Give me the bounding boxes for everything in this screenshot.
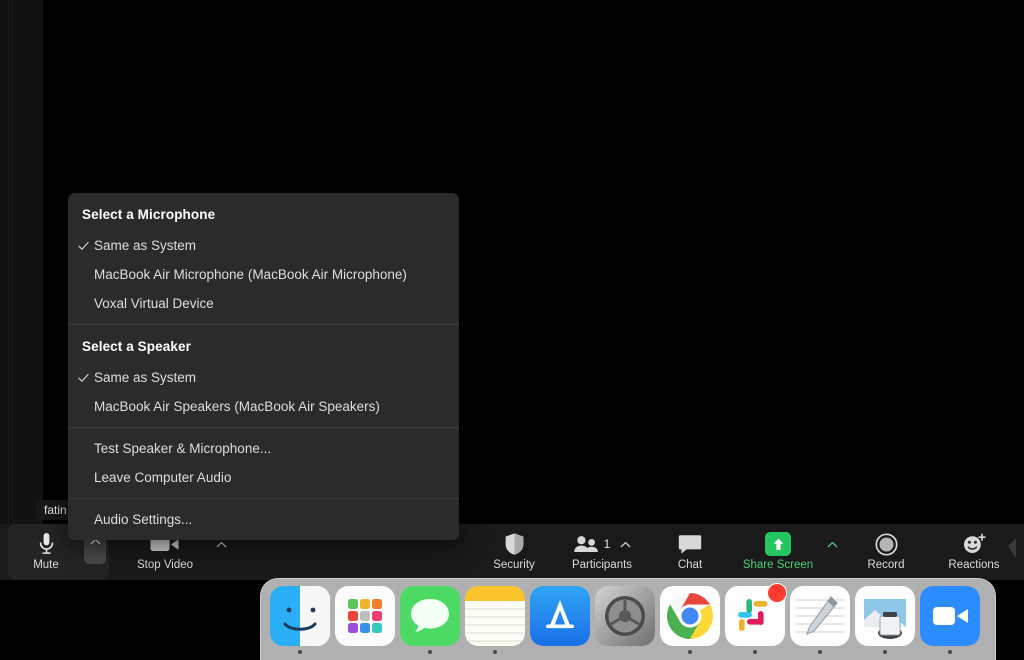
mute-label: Mute [33,559,59,571]
share-screen-label: Share Screen [742,559,814,571]
chevron-up-icon [216,541,226,547]
participants-label: Participants [571,559,633,571]
chat-label: Chat [677,559,703,571]
finder-icon [270,586,330,646]
dock-item-slack[interactable] [725,583,787,654]
share-screen-chevron-button[interactable] [822,524,842,580]
running-indicator [818,650,822,654]
running-indicator [558,650,562,654]
toolbar-right-group: Security 1 Participants Chat Share Scree… [470,524,1018,580]
running-indicator [753,650,757,654]
dock-item-zoom[interactable] [920,586,980,654]
checkmark-icon [78,240,89,251]
menu-item-label: MacBook Air Microphone (MacBook Air Micr… [94,267,407,282]
stop-video-label: Stop Video [136,559,194,571]
menu-item-label: Voxal Virtual Device [94,296,214,311]
chevron-up-icon [620,541,631,547]
textedit-icon [790,586,850,646]
menu-item-mic-macbook-air[interactable]: MacBook Air Microphone (MacBook Air Micr… [68,260,459,289]
toolbar-overflow-edge[interactable] [1000,524,1024,580]
participants-icon-row: 1 [573,532,632,556]
menu-item-leave-computer-audio[interactable]: Leave Computer Audio [68,463,459,492]
running-indicator [623,650,627,654]
running-indicator [688,650,692,654]
dock-item-launchpad[interactable] [335,586,395,654]
running-indicator [428,650,432,654]
dock-item-textedit[interactable] [790,586,850,654]
menu-item-label: Test Speaker & Microphone... [94,441,272,456]
section-header-speaker: Select a Speaker [82,339,191,354]
audio-actions-section: Test Speaker & Microphone... Leave Compu… [68,427,459,498]
up-arrow-icon [765,532,791,556]
running-indicator [948,650,952,654]
menu-item-label: Same as System [94,238,197,253]
preview-icon [855,586,915,646]
section-header-microphone: Select a Microphone [82,207,216,222]
record-button[interactable]: Record [842,524,930,580]
audio-settings-section: Audio Settings... [68,498,459,540]
slack-notification-badge [767,583,787,603]
security-button[interactable]: Security [470,524,558,580]
dock-item-system-preferences[interactable] [595,586,655,654]
menu-item-label: MacBook Air Speakers (MacBook Air Speake… [94,399,380,414]
menu-item-speaker-same-as-system[interactable]: Same as System [68,363,459,392]
running-indicator [363,650,367,654]
dock-item-google-chrome[interactable] [660,586,720,654]
menu-item-speaker-macbook-air[interactable]: MacBook Air Speakers (MacBook Air Speake… [68,392,459,421]
participants-button[interactable]: 1 Participants [558,524,646,580]
dock-item-messages[interactable] [400,586,460,654]
system-preferences-gear-icon [595,586,655,646]
dock-item-finder[interactable] [270,586,330,654]
stage-left-edge [0,0,43,524]
participants-count: 1 [603,537,611,551]
notes-icon [465,586,525,646]
menu-item-test-speaker-microphone[interactable]: Test Speaker & Microphone... [68,434,459,463]
microphone-section: Select a Microphone Same as System MacBo… [68,193,459,324]
zoom-meeting-window: fatin Select a Microphone Same as System… [0,0,1024,660]
menu-item-mic-same-as-system[interactable]: Same as System [68,231,459,260]
audio-options-menu[interactable]: Select a Microphone Same as System MacBo… [68,193,459,540]
speech-bubble-icon [678,532,702,556]
people-icon [573,536,598,552]
messages-icon [400,586,460,646]
dock-item-preview[interactable] [855,586,915,654]
app-store-icon [530,586,590,646]
chat-button[interactable]: Chat [646,524,734,580]
checkmark-icon [78,372,89,383]
menu-item-mic-voxal-virtual-device[interactable]: Voxal Virtual Device [68,289,459,318]
dock-item-notes[interactable] [465,586,525,654]
security-label: Security [493,559,535,571]
menu-item-audio-settings[interactable]: Audio Settings... [68,505,459,534]
dock-item-app-store[interactable] [530,586,590,654]
reactions-label: Reactions [948,559,1000,571]
launchpad-icon [335,586,395,646]
record-label: Record [867,559,905,571]
microphone-icon [38,532,55,556]
menu-item-label: Leave Computer Audio [94,470,232,485]
share-screen-group[interactable]: Share Screen [734,524,842,580]
speaker-section: Select a Speaker Same as System MacBook … [68,324,459,427]
share-screen-icon-box [765,532,791,556]
smiley-plus-icon [962,532,986,556]
chevron-up-icon [827,541,837,547]
record-circle-icon [874,532,898,556]
running-indicator [298,650,302,654]
zoom-icon [920,586,980,646]
chrome-icon [660,586,720,646]
running-indicator [493,650,497,654]
shield-icon [504,532,525,556]
macos-dock [260,578,996,660]
menu-item-label: Same as System [94,370,197,385]
menu-item-label: Audio Settings... [94,512,193,527]
running-indicator [883,650,887,654]
share-screen-button[interactable]: Share Screen [734,524,822,580]
